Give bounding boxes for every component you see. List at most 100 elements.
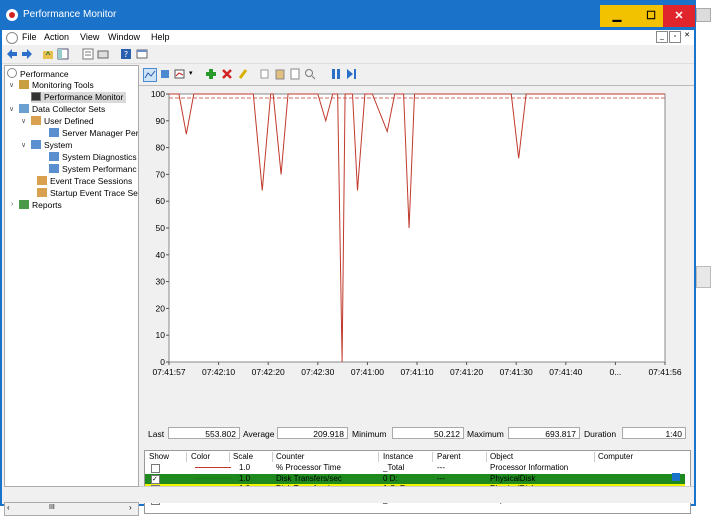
delete-counter-icon[interactable]	[221, 68, 233, 80]
minimize-button[interactable]: ▁	[600, 5, 634, 27]
legend-row[interactable]: ✓ 1.0 Disk Transfers/sec 0 D: --- PhysicalDis…	[145, 473, 685, 484]
help-icon[interactable]: ?	[120, 48, 132, 60]
column-divider[interactable]	[432, 452, 433, 462]
plot-area	[168, 93, 666, 363]
view-current-activity-icon[interactable]	[143, 68, 157, 82]
x-tick-label: 07:42:20	[252, 367, 285, 377]
column-divider[interactable]	[594, 452, 595, 462]
mdi-restore-icon[interactable]: ▫	[669, 31, 681, 43]
menu-window[interactable]: Window	[108, 32, 140, 42]
cell-object: Processor Information	[490, 463, 569, 472]
change-graph-type-icon[interactable]	[174, 68, 186, 80]
zoom-icon[interactable]	[304, 68, 316, 80]
graph-toolbar: ▾	[139, 65, 694, 86]
copy-properties-icon[interactable]	[259, 68, 271, 80]
y-tick-label: 10	[156, 330, 166, 340]
y-tick-label: 0	[160, 357, 165, 367]
collector-set-icon	[49, 128, 59, 137]
header-instance[interactable]: Instance	[383, 452, 413, 462]
add-counter-icon[interactable]	[205, 68, 217, 80]
expand-chevron-icon[interactable]: ∨	[9, 105, 14, 113]
tree-item-system[interactable]: System	[31, 140, 72, 151]
up-folder-icon[interactable]	[42, 48, 54, 60]
legend-header: Show Color Scale Counter Instance Parent…	[145, 452, 685, 462]
minimum-label: Minimum	[352, 429, 387, 439]
forward-arrow-icon[interactable]	[21, 48, 33, 60]
show-hide-tree-icon[interactable]	[57, 48, 69, 60]
maximum-label: Maximum	[467, 429, 504, 439]
show-checkbox[interactable]	[151, 464, 160, 473]
export-list-icon[interactable]	[97, 48, 109, 60]
mdi-close-icon[interactable]: ✕	[682, 31, 692, 41]
header-color[interactable]: Color	[191, 452, 210, 462]
highlight-icon[interactable]	[237, 68, 249, 80]
header-counter[interactable]: Counter	[276, 452, 304, 462]
tree-item-server-manager[interactable]: Server Manager Per	[49, 128, 138, 139]
header-computer[interactable]: Computer	[598, 452, 633, 462]
properties-icon[interactable]	[289, 68, 301, 80]
close-button[interactable]: ✕	[663, 5, 695, 27]
graph-type-dropdown-icon[interactable]: ▾	[189, 69, 193, 77]
tree-item-monitoring-tools[interactable]: Monitoring Tools	[19, 80, 94, 91]
menu-file[interactable]: File	[22, 32, 37, 42]
back-arrow-icon[interactable]	[6, 48, 18, 60]
window: Performance Monitor ▁ ☐ ✕ File Action Vi…	[0, 0, 696, 516]
system-menu-icon[interactable]	[6, 32, 18, 44]
y-tick-label: 40	[156, 250, 166, 260]
last-label: Last	[148, 429, 165, 439]
view-log-data-icon[interactable]	[159, 68, 171, 80]
tree-item-performance-monitor[interactable]: Performance Monitor	[31, 92, 127, 103]
show-checkbox[interactable]: ✓	[151, 474, 160, 484]
console-icon[interactable]	[136, 48, 148, 60]
properties-icon[interactable]	[82, 48, 94, 60]
freeze-display-icon[interactable]	[330, 68, 342, 80]
reports-icon	[19, 200, 29, 209]
mdi-minimize-icon[interactable]: _	[656, 31, 668, 43]
menu-help[interactable]: Help	[151, 32, 170, 42]
legend-scroll-marker[interactable]	[672, 473, 680, 481]
tree-item-system-diagnostics[interactable]: System Diagnostics	[49, 152, 137, 163]
y-tick-label: 80	[156, 143, 166, 153]
header-show[interactable]: Show	[149, 452, 169, 462]
expand-chevron-icon[interactable]: ∨	[9, 81, 14, 89]
tree-item-reports[interactable]: Reports	[19, 200, 62, 211]
color-swatch	[195, 477, 231, 479]
x-tick-label: 07:41:00	[351, 367, 384, 377]
menu-action[interactable]: Action	[44, 32, 69, 42]
scroll-right-icon[interactable]: ›	[129, 503, 132, 512]
header-object[interactable]: Object	[490, 452, 513, 462]
tree-item-event-trace-sessions[interactable]: Event Trace Sessions	[37, 176, 132, 187]
maximum-value: 693.817	[508, 427, 580, 439]
update-data-icon[interactable]	[346, 68, 358, 80]
color-swatch	[195, 467, 231, 468]
paste-counter-icon[interactable]	[274, 68, 286, 80]
background-window-fragment	[696, 8, 711, 22]
title-bar: Performance Monitor ▁ ☐ ✕	[0, 0, 696, 30]
column-divider[interactable]	[486, 452, 487, 462]
scroll-left-icon[interactable]: ‹	[7, 503, 10, 512]
column-divider[interactable]	[186, 452, 187, 462]
menu-view[interactable]: View	[80, 32, 99, 42]
column-divider[interactable]	[272, 452, 273, 462]
header-parent[interactable]: Parent	[437, 452, 461, 462]
expand-chevron-icon[interactable]: ∨	[21, 141, 26, 149]
cell-scale: 1.0	[239, 473, 251, 483]
collapse-chevron-icon[interactable]: ›	[11, 201, 13, 208]
legend-row[interactable]: 1.0 % Processor Time _Total --- Processor In…	[145, 463, 685, 473]
header-scale[interactable]: Scale	[233, 452, 253, 462]
x-tick-label: 07:42:10	[202, 367, 235, 377]
collector-sets-icon	[19, 104, 29, 113]
expand-chevron-icon[interactable]: ∨	[21, 117, 26, 125]
tree-item-user-defined[interactable]: User Defined	[31, 116, 94, 127]
column-divider[interactable]	[378, 452, 379, 462]
scroll-thumb[interactable]: III	[49, 504, 55, 511]
svg-text:?: ?	[124, 50, 128, 59]
client-area: File Action View Window Help _ ▫ ✕ ? Per…	[2, 30, 694, 516]
x-tick-label: 07:41:30	[500, 367, 533, 377]
column-divider[interactable]	[229, 452, 230, 462]
tree-item-startup-event-trace[interactable]: Startup Event Trace Ses	[37, 188, 138, 199]
tree-item-performance[interactable]: Performance	[7, 68, 69, 79]
tree-item-data-collector-sets[interactable]: Data Collector Sets	[19, 104, 105, 115]
average-value: 209.918	[277, 427, 348, 439]
tree-item-system-performance[interactable]: System Performanc	[49, 164, 137, 175]
